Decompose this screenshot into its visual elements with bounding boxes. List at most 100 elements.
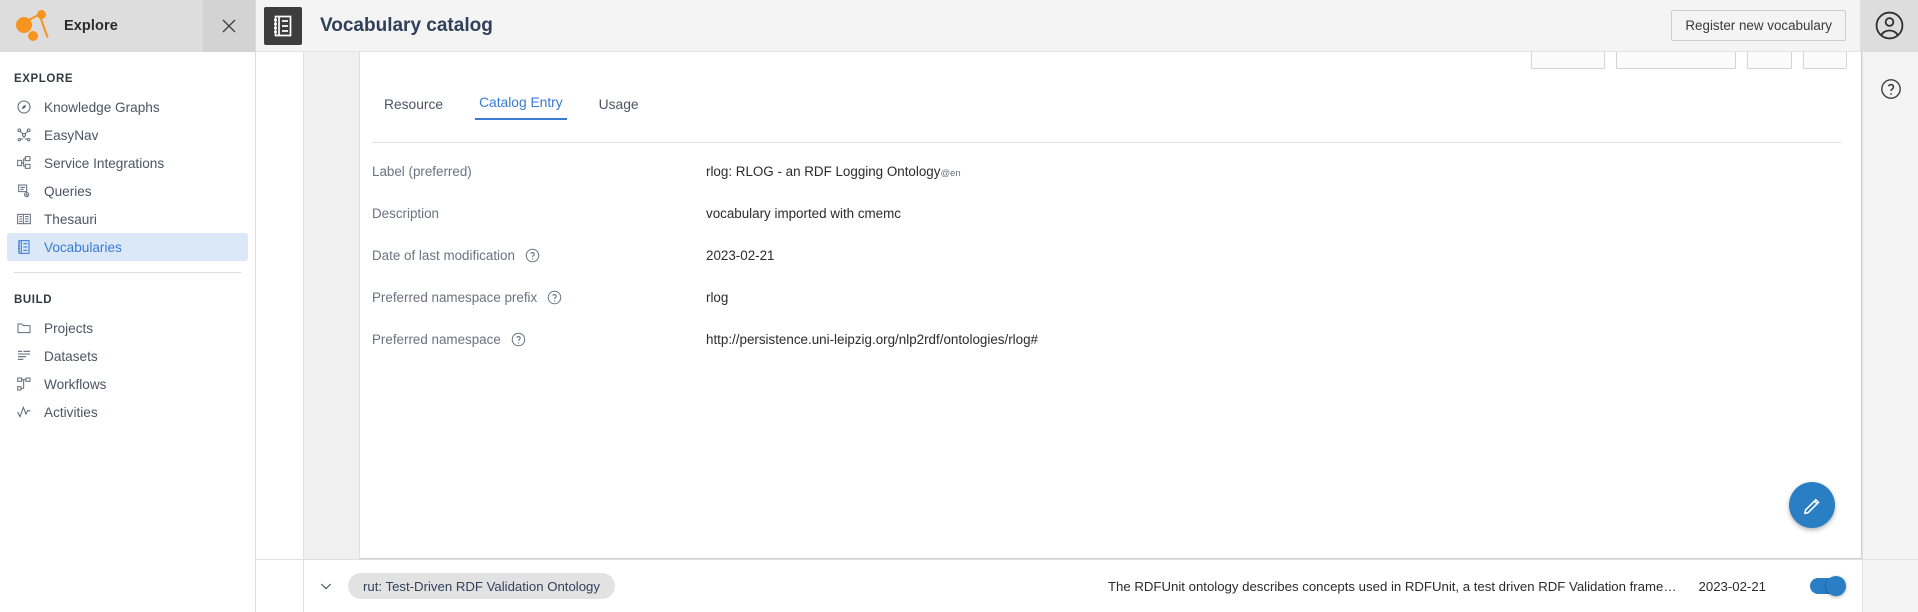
field-label-text: Label (preferred)	[372, 164, 472, 179]
expand-row-button[interactable]	[304, 560, 348, 612]
folder-icon	[14, 319, 33, 338]
content-wrap: Resource Catalog Entry Usage Label (pref…	[256, 52, 1918, 612]
field-label: Preferred namespace prefix	[372, 287, 706, 305]
sidebar-item-label: EasyNav	[44, 128, 98, 143]
explore-logo-icon	[16, 10, 50, 42]
pencil-icon	[1802, 495, 1823, 516]
vocabulary-book-icon	[264, 7, 302, 45]
field-row-description: Description vocabulary imported with cme…	[360, 203, 1861, 245]
field-label-text: Preferred namespace	[372, 332, 501, 347]
register-new-vocabulary-button[interactable]: Register new vocabulary	[1671, 10, 1846, 41]
field-language-tag: @en	[940, 168, 960, 179]
vocabularies-icon	[14, 238, 33, 257]
catalog-entry-detail-panel: Resource Catalog Entry Usage Label (pref…	[360, 52, 1862, 559]
cutoff-button-3[interactable]	[1747, 52, 1792, 69]
cutoff-button-4[interactable]	[1803, 52, 1847, 69]
sidebar-brand-title: Explore	[64, 18, 118, 34]
activities-icon	[14, 403, 33, 422]
question-circle-icon	[1880, 78, 1902, 100]
page-title: Vocabulary catalog	[320, 15, 493, 37]
field-label: Preferred namespace	[372, 329, 706, 347]
vocabulary-date: 2023-02-21	[1699, 579, 1766, 594]
user-account-button[interactable]	[1860, 0, 1918, 52]
tab-resource[interactable]: Resource	[380, 97, 447, 120]
field-value: rlog	[706, 287, 1861, 305]
bottom-left-gutter	[256, 560, 304, 612]
field-row-preferred-namespace-prefix: Preferred namespace prefix rlog	[360, 287, 1861, 329]
field-label-text: Description	[372, 206, 439, 221]
sidebar-close-button[interactable]	[203, 0, 255, 52]
vocabulary-list-row[interactable]: rut: Test-Driven RDF Validation Ontology…	[256, 559, 1918, 612]
tab-usage[interactable]: Usage	[595, 97, 643, 120]
workflows-icon	[14, 375, 33, 394]
cutoff-toolbar-buttons	[1531, 52, 1847, 69]
graph-nodes-icon	[14, 126, 33, 145]
datasets-icon	[14, 347, 33, 366]
help-icon[interactable]	[511, 332, 526, 347]
tab-catalog-entry[interactable]: Catalog Entry	[475, 95, 567, 120]
sidebar-item-label: Knowledge Graphs	[44, 100, 160, 115]
field-label-text: Date of last modification	[372, 248, 515, 263]
sidebar-item-label: Thesauri	[44, 212, 97, 227]
toggle-knob	[1826, 576, 1846, 596]
sidebar-item-workflows[interactable]: Workflows	[7, 370, 248, 398]
service-integrations-icon	[14, 154, 33, 173]
sidebar-item-label: Activities	[44, 405, 98, 420]
vocabulary-enabled-toggle[interactable]	[1810, 578, 1844, 594]
field-value: vocabulary imported with cmemc	[706, 203, 1861, 221]
field-value: rlog: RLOG - an RDF Logging Ontology@en	[706, 161, 1861, 179]
main-area: Vocabulary catalog Register new vocabula…	[256, 0, 1918, 612]
sidebar-item-label: Workflows	[44, 377, 106, 392]
sidebar-header: Explore	[0, 0, 255, 52]
sidebar-item-label: Queries	[44, 184, 92, 199]
vocabulary-name-chip[interactable]: rut: Test-Driven RDF Validation Ontology	[348, 573, 615, 599]
sidebar-item-service-integrations[interactable]: Service Integrations	[7, 149, 248, 177]
field-row-date-of-last-modification: Date of last modification 2023-02-21	[360, 245, 1861, 287]
top-bar: Vocabulary catalog Register new vocabula…	[256, 0, 1918, 52]
field-label-text: Preferred namespace prefix	[372, 290, 537, 305]
user-account-icon	[1874, 10, 1905, 41]
field-label: Label (preferred)	[372, 161, 706, 179]
vocabulary-description: The RDFUnit ontology describes concepts …	[615, 579, 1699, 594]
sidebar: Explore EXPLORE Knowledge Graphs	[0, 0, 256, 612]
sidebar-divider	[14, 272, 241, 273]
sidebar-item-vocabularies[interactable]: Vocabularies	[7, 233, 248, 261]
field-label: Description	[372, 203, 706, 221]
field-value: 2023-02-21	[706, 245, 1861, 263]
cutoff-button-2[interactable]	[1616, 52, 1736, 69]
catalog-entry-fields: Label (preferred) rlog: RLOG - an RDF Lo…	[360, 143, 1861, 371]
field-value-text: rlog: RLOG - an RDF Logging Ontology	[706, 164, 940, 179]
content-left-gutter	[256, 52, 304, 612]
sidebar-item-label: Projects	[44, 321, 93, 336]
queries-icon	[14, 182, 33, 201]
sidebar-section-title-explore: EXPLORE	[0, 73, 255, 85]
sidebar-nav-explore: Knowledge Graphs EasyNav	[0, 93, 255, 261]
edit-fab-button[interactable]	[1789, 482, 1835, 528]
thesauri-icon	[14, 210, 33, 229]
bottom-right-rail	[1862, 560, 1918, 612]
help-button[interactable]	[1877, 75, 1905, 103]
sidebar-nav-build: Projects Datasets Workflows	[0, 314, 255, 426]
sidebar-item-datasets[interactable]: Datasets	[7, 342, 248, 370]
sidebar-item-label: Datasets	[44, 349, 98, 364]
sidebar-item-queries[interactable]: Queries	[7, 177, 248, 205]
sidebar-item-projects[interactable]: Projects	[7, 314, 248, 342]
sidebar-item-knowledge-graphs[interactable]: Knowledge Graphs	[7, 93, 248, 121]
close-icon	[220, 17, 238, 35]
app-root: Explore EXPLORE Knowledge Graphs	[0, 0, 1918, 612]
sidebar-section-title-build: BUILD	[0, 294, 255, 306]
field-value: http://persistence.uni-leipzig.org/nlp2r…	[706, 329, 1861, 347]
detail-tabs: Resource Catalog Entry Usage	[360, 76, 1861, 120]
sidebar-item-label: Vocabularies	[44, 240, 122, 255]
field-row-label-preferred: Label (preferred) rlog: RLOG - an RDF Lo…	[360, 161, 1861, 203]
sidebar-item-activities[interactable]: Activities	[7, 398, 248, 426]
help-icon[interactable]	[547, 290, 562, 305]
field-row-preferred-namespace: Preferred namespace http://persistence.u…	[360, 329, 1861, 371]
cutoff-button-1[interactable]	[1531, 52, 1605, 69]
sidebar-item-label: Service Integrations	[44, 156, 164, 171]
help-icon[interactable]	[525, 248, 540, 263]
content-left-rail	[304, 52, 360, 612]
sidebar-item-thesauri[interactable]: Thesauri	[7, 205, 248, 233]
sidebar-item-easynav[interactable]: EasyNav	[7, 121, 248, 149]
compass-icon	[14, 98, 33, 117]
